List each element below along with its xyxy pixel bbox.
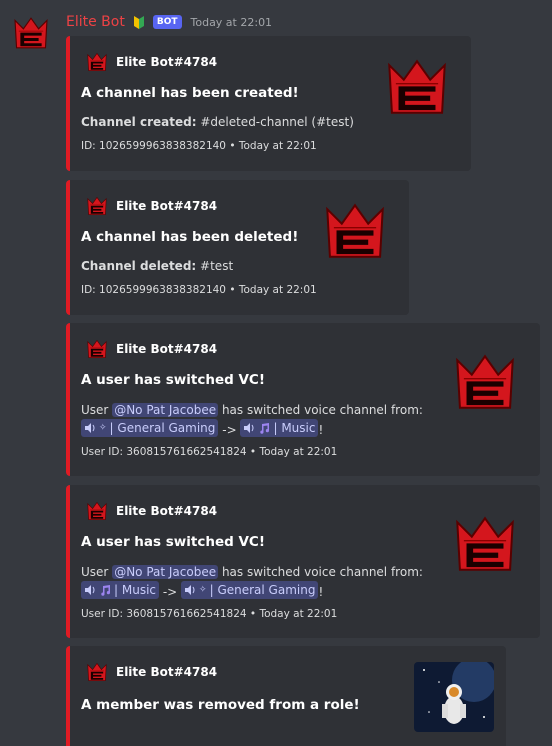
sparkles-icon: ✧: [199, 585, 207, 595]
embed-title: A user has switched VC!: [81, 372, 265, 388]
embed-role-removed: Elite Bot#4784 A member was removed from…: [66, 646, 506, 746]
desc-text: has switched voice channel from:: [221, 565, 423, 579]
embed-description: User @No Pat Jacobee has switched voice …: [81, 401, 423, 419]
embed-author: Elite Bot#4784: [86, 196, 217, 216]
arrow-text: ->: [222, 423, 237, 437]
embed-channel-created: Elite Bot#4784 A channel has been create…: [66, 36, 471, 171]
desc-text: !: [318, 423, 324, 437]
user-mention[interactable]: @No Pat Jacobee: [112, 403, 219, 417]
embed-author-name: Elite Bot#4784: [116, 665, 218, 679]
embed-description: Channel created: #deleted-channel (#test…: [81, 113, 354, 131]
embed-author-name: Elite Bot#4784: [116, 342, 218, 356]
channel-mention-to[interactable]: ✧ | General Gaming: [181, 581, 319, 599]
channel-name: | Music: [114, 583, 156, 597]
embed-footer: ID: 1026599963838382140 • Today at 22:01: [81, 140, 317, 152]
channel-name: | Music: [273, 421, 316, 435]
embed-author: Elite Bot#4784: [86, 662, 217, 682]
embed-footer: User ID: 360815761662541824 • Today at 2…: [81, 608, 338, 620]
channel-line: | Music -> ✧ | General Gaming !: [81, 581, 323, 601]
field-label: Channel created:: [81, 115, 197, 129]
embed-author: Elite Bot#4784: [86, 339, 217, 359]
embed-thumbnail: [384, 54, 450, 120]
message-header: Elite Bot BOT Today at 22:01: [66, 12, 272, 32]
embed-author-name: Elite Bot#4784: [116, 55, 218, 69]
speaker-icon: [85, 423, 95, 433]
field-value: #deleted-channel (#test): [200, 115, 354, 129]
embed-channel-deleted: Elite Bot#4784 A channel has been delete…: [66, 180, 409, 315]
embed-author: Elite Bot#4784: [86, 501, 217, 521]
user-mention[interactable]: @No Pat Jacobee: [112, 565, 219, 579]
desc-text: !: [318, 585, 324, 599]
embed-author-name: Elite Bot#4784: [116, 504, 218, 518]
speaker-icon: [185, 585, 195, 595]
channel-mention-to[interactable]: | Music: [240, 419, 319, 437]
desc-text: User: [81, 565, 109, 579]
embed-footer: ID: 1026599963838382140 • Today at 22:01: [81, 284, 317, 296]
channel-name: | General Gaming: [209, 583, 316, 597]
embed-description: User @No Pat Jacobee has switched voice …: [81, 563, 423, 581]
crown-logo-icon: [86, 501, 108, 521]
field-label: Channel deleted:: [81, 259, 197, 273]
bot-tag: BOT: [152, 15, 182, 29]
crown-logo-icon: [86, 52, 108, 72]
desc-text: has switched voice channel from:: [221, 403, 423, 417]
music-note-icon: [260, 423, 270, 434]
username[interactable]: Elite Bot: [66, 14, 125, 30]
embed-author: Elite Bot#4784: [86, 52, 217, 72]
embed-thumbnail: [322, 198, 388, 264]
channel-mention-from[interactable]: | Music: [81, 581, 159, 599]
channel-name: | General Gaming: [109, 421, 216, 435]
embed-title: A channel has been created!: [81, 85, 299, 101]
crown-logo-icon: [86, 662, 108, 682]
arrow-text: ->: [162, 585, 178, 599]
embed-author-name: Elite Bot#4784: [116, 199, 218, 213]
channel-line: ✧ | General Gaming -> | Music !: [81, 419, 323, 439]
speaker-icon: [85, 585, 95, 595]
desc-text: User: [81, 403, 109, 417]
bot-avatar[interactable]: [12, 14, 50, 52]
embed-thumbnail: [452, 349, 518, 415]
astronaut-thumbnail: [414, 662, 494, 732]
embed-thumbnail: [452, 511, 518, 577]
crown-logo-icon: [86, 196, 108, 216]
embed-title: A channel has been deleted!: [81, 229, 299, 245]
embed-title: A member was removed from a role!: [81, 697, 360, 713]
embed-vc-switch: Elite Bot#4784 A user has switched VC! U…: [66, 323, 540, 476]
embed-vc-switch: Elite Bot#4784 A user has switched VC! U…: [66, 485, 540, 638]
embed-footer: User ID: 360815761662541824 • Today at 2…: [81, 446, 338, 458]
music-note-icon: [101, 585, 111, 596]
sparkles-icon: ✧: [99, 423, 107, 433]
field-value: #test: [200, 259, 234, 273]
beginner-badge-icon: [133, 16, 144, 29]
speaker-icon: [244, 423, 254, 433]
crown-logo-icon: [86, 339, 108, 359]
embed-title: A user has switched VC!: [81, 534, 265, 550]
embed-description: Channel deleted: #test: [81, 257, 233, 275]
channel-mention-from[interactable]: ✧ | General Gaming: [81, 419, 219, 437]
message-timestamp: Today at 22:01: [190, 15, 273, 29]
